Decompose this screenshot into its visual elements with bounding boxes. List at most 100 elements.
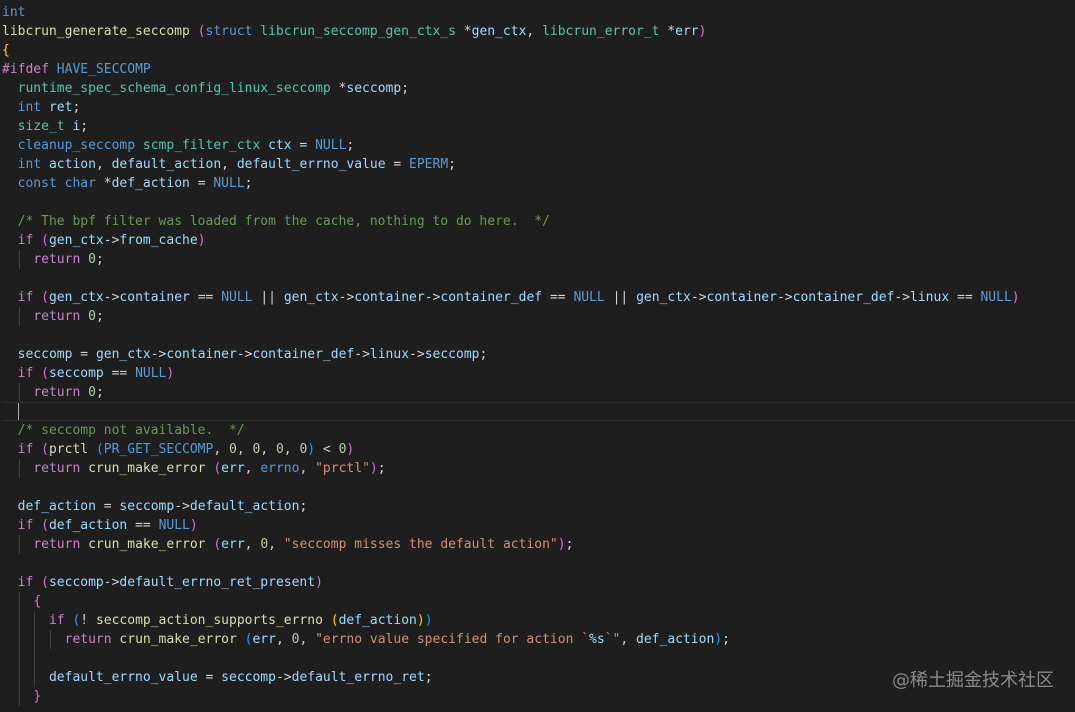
code-line[interactable]: return 0; (2, 307, 1075, 326)
code-token: gen_ctx (48, 290, 104, 305)
code-token: NULL (315, 138, 347, 153)
code-token: linux (910, 290, 950, 305)
code-token: gen_ctx (95, 347, 151, 362)
indentation (2, 119, 18, 134)
code-token: , (275, 632, 292, 647)
code-token: ) (307, 442, 316, 457)
indent-guide (18, 592, 20, 611)
code-token: return (33, 461, 81, 476)
text-cursor (17, 403, 19, 420)
indentation (2, 366, 18, 381)
code-token: ; (72, 100, 81, 115)
code-editor[interactable]: int libcrun_generate_seccomp (struct libc… (0, 0, 1075, 712)
code-token: == (949, 290, 981, 305)
code-token: seccomp (48, 575, 104, 590)
code-token: ctx (268, 138, 292, 153)
code-line[interactable] (2, 402, 1075, 421)
code-token: || (604, 290, 637, 305)
code-token: ; (479, 347, 488, 362)
code-token: ret (48, 100, 73, 115)
code-token: gen_ctx (471, 24, 527, 39)
code-token: prctl (48, 442, 89, 457)
code-token: ; (95, 309, 104, 324)
code-token: ) (166, 366, 175, 381)
code-token: if (17, 233, 34, 248)
code-token: ; (346, 138, 355, 153)
code-line[interactable]: return 0; (2, 383, 1075, 402)
code-line[interactable]: int ret; (2, 98, 1075, 117)
code-token: -> (690, 290, 707, 305)
code-token: ; (722, 632, 730, 647)
code-token: char (64, 176, 96, 191)
code-token: def_action (338, 613, 417, 628)
code-line[interactable]: int (2, 3, 1075, 22)
code-line[interactable]: if (prctl (PR_GET_SECCOMP, 0, 0, 0, 0) <… (2, 440, 1075, 459)
code-line[interactable] (2, 269, 1075, 288)
indentation (2, 385, 33, 400)
code-token: = (72, 347, 96, 362)
indent-guide (34, 668, 36, 687)
code-token: || (252, 290, 284, 305)
code-line[interactable]: if (seccomp->default_errno_ret_present) (2, 573, 1075, 592)
code-area[interactable]: int libcrun_generate_seccomp (struct libc… (2, 3, 1075, 706)
code-token: 0 (229, 442, 237, 457)
code-line[interactable] (2, 478, 1075, 497)
code-token: ( (41, 290, 49, 305)
code-line[interactable]: /* seccomp not available. */ (2, 421, 1075, 440)
code-line[interactable] (2, 326, 1075, 345)
code-token: def_action (17, 499, 96, 514)
code-token: default_errno_ret (291, 670, 425, 685)
indentation (2, 461, 33, 476)
code-line[interactable]: /* The bpf filter was loaded from the ca… (2, 212, 1075, 231)
indentation (2, 233, 18, 248)
code-token: -> (236, 347, 253, 362)
code-line[interactable]: seccomp = gen_ctx->container->container_… (2, 345, 1075, 364)
code-token: if (17, 290, 34, 305)
code-line[interactable]: return crun_make_error (err, errno, "prc… (2, 459, 1075, 478)
code-line[interactable]: { (2, 41, 1075, 60)
code-token: if (17, 366, 34, 381)
code-token: = (385, 157, 410, 172)
code-line[interactable]: def_action = seccomp->default_action; (2, 497, 1075, 516)
code-line[interactable]: return 0; (2, 250, 1075, 269)
code-line[interactable]: const char *def_action = NULL; (2, 174, 1075, 193)
code-token: , (283, 442, 300, 457)
code-token: container (119, 290, 190, 305)
code-line[interactable]: libcrun_generate_seccomp (struct libcrun… (2, 22, 1075, 41)
code-line[interactable]: size_t i; (2, 117, 1075, 136)
code-token: seccomp (424, 347, 480, 362)
code-token: ) (424, 613, 433, 628)
code-line[interactable] (2, 554, 1075, 573)
code-token: -> (894, 290, 911, 305)
code-line[interactable]: return crun_make_error (err, 0, "seccomp… (2, 535, 1075, 554)
code-line[interactable] (2, 193, 1075, 212)
code-line[interactable]: int action, default_action, default_errn… (2, 155, 1075, 174)
code-line[interactable]: { (2, 592, 1075, 611)
indent-guide (18, 535, 20, 554)
indentation (2, 518, 18, 533)
indentation (2, 404, 18, 419)
code-token: -> (174, 499, 190, 514)
code-line[interactable]: if (seccomp == NULL) (2, 364, 1075, 383)
code-token: ( (41, 575, 49, 590)
code-line[interactable]: cleanup_seccomp scmp_filter_ctx ctx = NU… (2, 136, 1075, 155)
indentation (2, 290, 18, 305)
code-token: * (659, 24, 676, 39)
code-token: default_errno_ret_present (119, 575, 316, 590)
code-line[interactable]: return crun_make_error (err, 0, "errno v… (2, 630, 1075, 649)
code-line[interactable]: if (def_action == NULL) (2, 516, 1075, 535)
code-line[interactable]: #ifdef HAVE_SECCOMP (2, 60, 1075, 79)
indentation (2, 176, 18, 191)
code-token: %s (589, 632, 605, 647)
code-token: return (33, 252, 81, 267)
code-line[interactable]: if (! seccomp_action_supports_errno (def… (2, 611, 1075, 630)
code-token: ; (565, 537, 574, 552)
code-line[interactable]: if (gen_ctx->from_cache) (2, 231, 1075, 250)
code-token: , (299, 461, 316, 476)
code-token: ; (448, 157, 456, 172)
code-line[interactable]: if (gen_ctx->container == NULL || gen_ct… (2, 288, 1075, 307)
indentation (2, 632, 65, 647)
code-line[interactable]: runtime_spec_schema_config_linux_seccomp… (2, 79, 1075, 98)
